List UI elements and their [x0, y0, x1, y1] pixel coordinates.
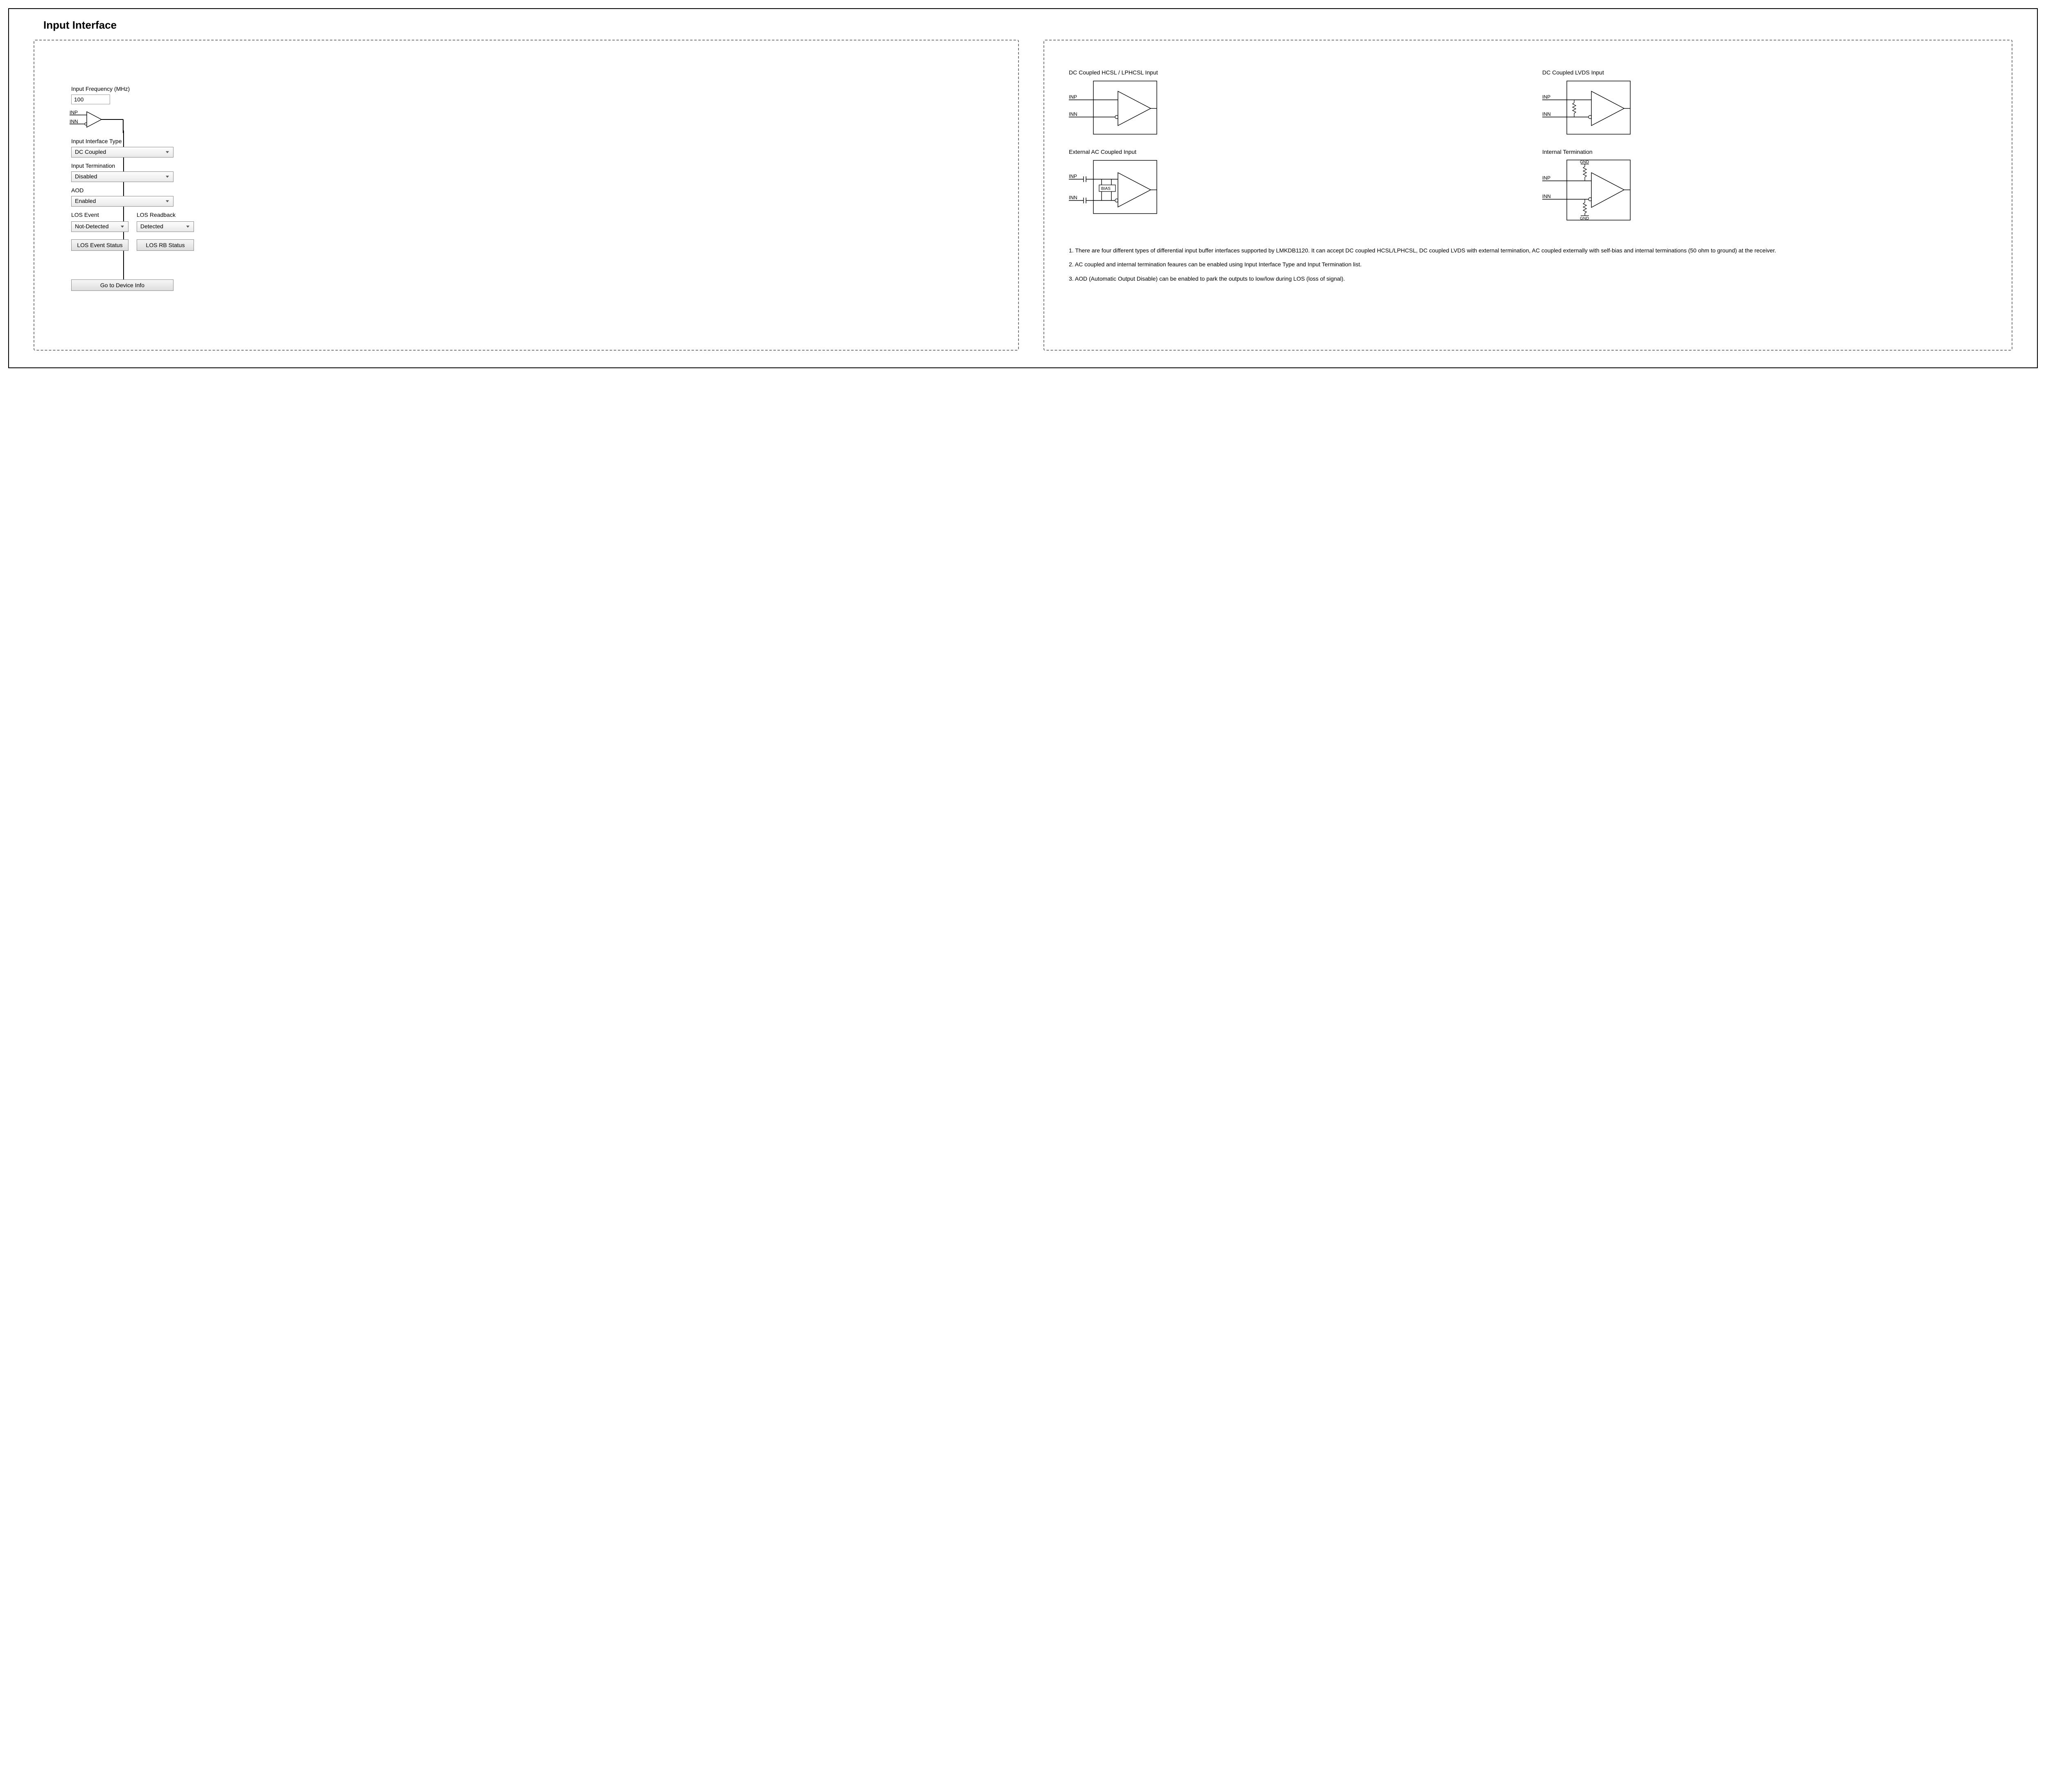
goto-device-info-button[interactable]: Go to Device Info [71, 279, 174, 291]
diagram-ac-coupled-title: External AC Coupled Input [1069, 149, 1526, 155]
input-frequency-field[interactable] [71, 95, 110, 104]
diagram-ac-coupled: External AC Coupled Input INP INN [1069, 149, 1526, 222]
los-readback-label: LOS Readback [137, 212, 194, 218]
interface-type-label: Input Interface Type [71, 138, 178, 144]
diagram-dc-hcsl-title: DC Coupled HCSL / LPHCSL Input [1069, 69, 1526, 76]
inp-pin-label: INP [70, 110, 78, 115]
diagram-dc-hcsl-svg: INP INN [1069, 79, 1167, 136]
termination-label: Input Termination [71, 162, 178, 169]
note-1: 1. There are four different types of dif… [1069, 246, 1999, 254]
info-panel: DC Coupled HCSL / LPHCSL Input INP INN [1043, 40, 2012, 351]
page-title: Input Interface [43, 19, 2012, 32]
los-event-status-button[interactable]: LOS Event Status [71, 239, 128, 251]
svg-text:GND: GND [1580, 160, 1589, 164]
panels-row: Input Frequency (MHz) INP INN [34, 40, 2012, 351]
buffer-triangle-icon [87, 112, 101, 127]
controls-panel: Input Frequency (MHz) INP INN [34, 40, 1019, 351]
interface-type-select[interactable]: DC Coupled [71, 147, 174, 158]
diagram-ac-coupled-svg: INP INN [1069, 158, 1167, 216]
los-event-select[interactable]: Not-Detected [71, 221, 128, 232]
diagram-internal-term-title: Internal Termination [1542, 149, 1999, 155]
diagram-internal-term-svg: INP INN GND [1542, 158, 1640, 222]
los-columns: LOS Event Not-Detected LOS Event Status … [71, 212, 178, 251]
termination-select[interactable]: Disabled [71, 171, 174, 182]
los-event-value: Not-Detected [75, 223, 108, 230]
aod-label: AOD [71, 187, 178, 194]
los-event-label: LOS Event [71, 212, 128, 218]
diagram-dc-lvds-title: DC Coupled LVDS Input [1542, 69, 1999, 76]
svg-text:INP: INP [1542, 175, 1550, 181]
input-frequency-label: Input Frequency (MHz) [71, 86, 178, 92]
diagram-dc-hcsl: DC Coupled HCSL / LPHCSL Input INP INN [1069, 69, 1526, 136]
los-readback-column: LOS Readback Detected LOS RB Status [137, 212, 194, 251]
note-3: 3. AOD (Automatic Output Disable) can be… [1069, 275, 1999, 283]
svg-text:INP: INP [1069, 173, 1077, 179]
svg-text:INN: INN [1542, 194, 1551, 199]
svg-text:GND: GND [1580, 216, 1589, 221]
input-buffer-glyph: INP INN [70, 108, 178, 129]
input-frequency-group: Input Frequency (MHz) [71, 86, 178, 104]
los-readback-value: Detected [140, 223, 163, 230]
controls-column: Input Frequency (MHz) INP INN [71, 86, 178, 291]
termination-value: Disabled [75, 173, 97, 180]
svg-text:INN: INN [1069, 111, 1077, 117]
diagram-internal-term: Internal Termination INP INN GND [1542, 149, 1999, 222]
los-readback-select[interactable]: Detected [137, 221, 194, 232]
svg-text:INN: INN [1542, 111, 1551, 117]
diagram-grid: DC Coupled HCSL / LPHCSL Input INP INN [1069, 69, 1999, 222]
los-rb-status-button[interactable]: LOS RB Status [137, 239, 194, 251]
aod-select[interactable]: Enabled [71, 196, 174, 207]
svg-text:INN: INN [1069, 195, 1077, 200]
aod-value: Enabled [75, 198, 96, 204]
controls-stack: Input Interface Type DC Coupled Input Te… [71, 131, 178, 291]
diagram-dc-lvds: DC Coupled LVDS Input INP INN [1542, 69, 1999, 136]
interface-type-value: DC Coupled [75, 149, 106, 155]
svg-text:INP: INP [1542, 94, 1550, 100]
svg-text:BIAS: BIAS [1101, 187, 1111, 191]
outer-frame: Input Interface Input Frequency (MHz) IN… [8, 8, 2038, 368]
inn-pin-label: INN [70, 119, 78, 124]
los-event-column: LOS Event Not-Detected LOS Event Status [71, 212, 128, 251]
notes: 1. There are four different types of dif… [1069, 246, 1999, 283]
svg-text:INP: INP [1069, 94, 1077, 100]
diagram-dc-lvds-svg: INP INN [1542, 79, 1640, 136]
note-2: 2. AC coupled and internal termination f… [1069, 260, 1999, 268]
